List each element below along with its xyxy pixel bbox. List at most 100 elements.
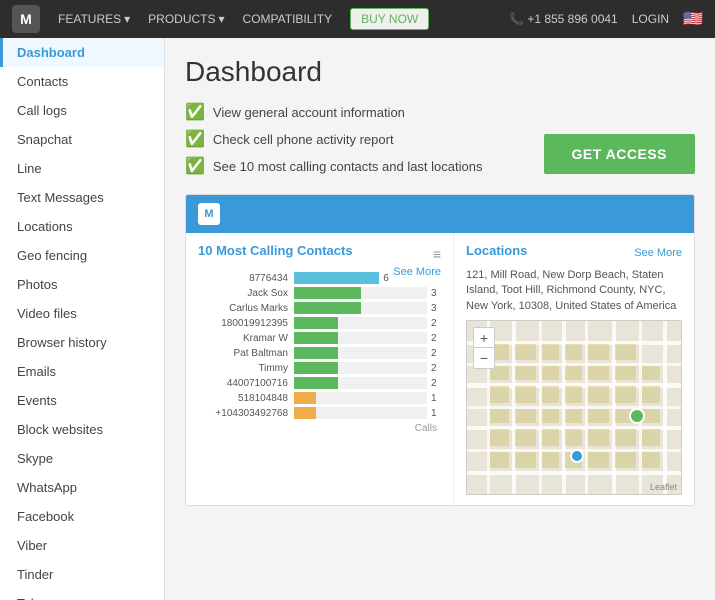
page-title: Dashboard [185,56,695,88]
bar-outer [294,287,427,299]
bar-outer [294,272,379,284]
card-header: M [186,195,694,233]
login-button[interactable]: LOGIN [632,12,669,26]
sidebar-item-whatsapp[interactable]: WhatsApp [0,473,164,502]
sidebar-item-emails[interactable]: Emails [0,357,164,386]
map-zoom-controls[interactable]: + − [473,327,495,369]
bar-outer [294,302,427,314]
sidebar-item-call-logs[interactable]: Call logs [0,96,164,125]
sidebar-item-contacts[interactable]: Contacts [0,67,164,96]
bar-row: 1800199123952 [198,317,441,329]
map-zoom-in-button[interactable]: + [474,328,494,348]
bar-outer [294,377,427,389]
sidebar-item-telegram[interactable]: Telegram [0,589,164,600]
bar-inner [294,317,338,329]
top-navigation: M FEATURES ▾ PRODUCTS ▾ COMPATIBILITY BU… [0,0,715,38]
check-icon: ✅ [185,129,205,149]
calls-bar-chart: 87764346 Jack Sox3 Carlus Marks 3 1800199123… [198,272,441,419]
map-svg [467,321,682,495]
check-icon: ✅ [185,156,205,176]
bar-label: Timmy [198,363,288,374]
sidebar-item-text-messages[interactable]: Text Messages [0,183,164,212]
locations-see-more-button[interactable]: See More [634,247,682,259]
calls-x-label: Calls [198,423,441,434]
bar-inner [294,332,338,344]
get-access-button[interactable]: GET ACCESS [544,134,696,174]
bar-inner [294,272,379,284]
bar-value: 2 [431,333,441,344]
calls-section-title: 10 Most Calling Contacts [198,243,353,258]
feature-text-3: See 10 most calling contacts and last lo… [213,159,483,174]
bar-outer [294,362,427,374]
location-address: 121, Mill Road, New Dorp Beach, Staten I… [466,268,682,314]
sidebar: DashboardContactsCall logsSnapchatLineTe… [0,38,165,600]
bar-row: Pat Baltman 2 [198,347,441,359]
bar-inner [294,392,316,404]
bar-row: 44007100716 2 [198,377,441,389]
sidebar-item-browser-history[interactable]: Browser history [0,328,164,357]
bar-value: 2 [431,363,441,374]
bar-label: 180019912395 [198,318,288,329]
nav-right-section: 📞 +1 855 896 0041 LOGIN 🇺🇸 [509,9,703,29]
phone-number: 📞 +1 855 896 0041 [509,12,618,26]
bar-value: 3 [431,303,441,314]
sidebar-item-photos[interactable]: Photos [0,270,164,299]
bar-label: Pat Baltman [198,348,288,359]
page-layout: DashboardContactsCall logsSnapchatLineTe… [0,38,715,600]
locations-section-title: Locations [466,243,527,258]
sidebar-item-facebook[interactable]: Facebook [0,502,164,531]
menu-icon[interactable]: ≡ [433,246,441,262]
flag-icon: 🇺🇸 [683,9,703,29]
bar-outer [294,317,427,329]
sidebar-item-locations[interactable]: Locations [0,212,164,241]
bar-label: 44007100716 [198,378,288,389]
bar-row: Carlus Marks 3 [198,302,441,314]
nav-compatibility[interactable]: COMPATIBILITY [243,12,333,26]
nav-products[interactable]: PRODUCTS ▾ [148,12,224,26]
sidebar-item-block-websites[interactable]: Block websites [0,415,164,444]
map-view[interactable]: + − Leaflet [466,320,682,495]
sidebar-item-tinder[interactable]: Tinder [0,560,164,589]
bar-row: +1043034927681 [198,407,441,419]
feature-item-1: ✅ View general account information [185,102,695,122]
card-body: 10 Most Calling Contacts ≡ See More 8776… [186,233,694,505]
bar-inner [294,287,361,299]
bar-row: Kramar W2 [198,332,441,344]
bar-outer [294,347,427,359]
bar-value: 1 [431,393,441,404]
bar-outer [294,407,427,419]
bar-value: 2 [431,378,441,389]
locations-section: Locations See More 121, Mill Road, New D… [454,233,694,505]
bar-outer [294,332,427,344]
bar-value: 2 [431,348,441,359]
card-logo: M [198,203,220,225]
sidebar-item-video-files[interactable]: Video files [0,299,164,328]
bar-value: 1 [431,408,441,419]
check-icon: ✅ [185,102,205,122]
bar-inner [294,407,316,419]
sidebar-item-line[interactable]: Line [0,154,164,183]
calls-see-more-button[interactable]: See More [393,266,441,278]
map-zoom-out-button[interactable]: − [474,348,494,368]
bar-label: 518104848 [198,393,288,404]
sidebar-item-geo-fencing[interactable]: Geo fencing [0,241,164,270]
bar-row: Timmy 2 [198,362,441,374]
feature-text-2: Check cell phone activity report [213,132,394,147]
sidebar-item-skype[interactable]: Skype [0,444,164,473]
bar-inner [294,347,338,359]
nav-features[interactable]: FEATURES ▾ [58,12,130,26]
bar-row: 87764346 [198,272,393,284]
bar-row: Jack Sox3 [198,287,441,299]
bar-outer [294,392,427,404]
buy-now-button[interactable]: BUY NOW [350,8,429,30]
sidebar-item-viber[interactable]: Viber [0,531,164,560]
bar-label: 8776434 [198,273,288,284]
brand-logo: M [12,5,40,33]
sidebar-item-snapchat[interactable]: Snapchat [0,125,164,154]
bar-inner [294,377,338,389]
bar-label: Carlus Marks [198,303,288,314]
sidebar-item-dashboard[interactable]: Dashboard [0,38,164,67]
chevron-down-icon: ▾ [124,12,130,26]
feature-text-1: View general account information [213,105,405,120]
sidebar-item-events[interactable]: Events [0,386,164,415]
